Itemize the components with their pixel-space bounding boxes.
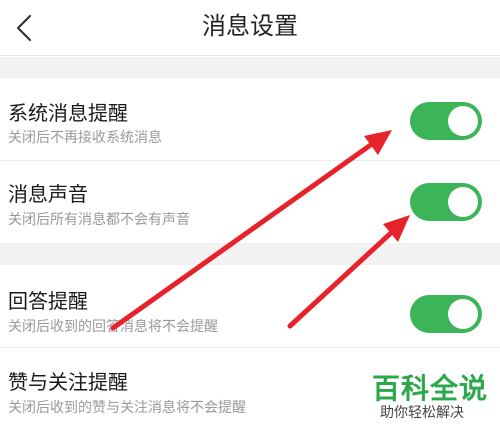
section-gap [0,243,500,265]
nav-bar: 消息设置 [0,0,500,56]
setting-row-answer: 回答提醒 关闭后收到的回答消息将不会提醒 [0,265,500,347]
watermark-slogan: 助你轻松解决 [380,405,464,421]
system-notify-toggle[interactable] [410,102,482,140]
toggle-knob [448,299,478,329]
toggle-knob [448,187,478,217]
setting-subtitle: 关闭后不再接收系统消息 [8,130,162,146]
watermark-logo-text: 百科全说 [372,372,489,405]
sound-toggle[interactable] [410,183,482,221]
answer-toggle[interactable] [410,295,482,333]
toggle-knob [448,106,478,136]
setting-title: 消息声音 [8,182,88,206]
setting-title: 赞与关注提醒 [8,370,128,394]
setting-row-sound: 消息声音 关闭后所有消息都不会有声音 [0,161,500,243]
setting-title: 系统消息提醒 [8,101,128,125]
setting-row-system-notify: 系统消息提醒 关闭后不再接收系统消息 [0,78,500,160]
setting-subtitle: 关闭后所有消息都不会有声音 [8,212,190,228]
setting-subtitle: 关闭后收到的赞与关注消息将不会提醒 [8,400,246,416]
setting-subtitle: 关闭后收到的回答消息将不会提醒 [8,319,218,335]
setting-title: 回答提醒 [8,289,88,313]
page-title: 消息设置 [202,12,298,40]
section-gap [0,57,500,78]
